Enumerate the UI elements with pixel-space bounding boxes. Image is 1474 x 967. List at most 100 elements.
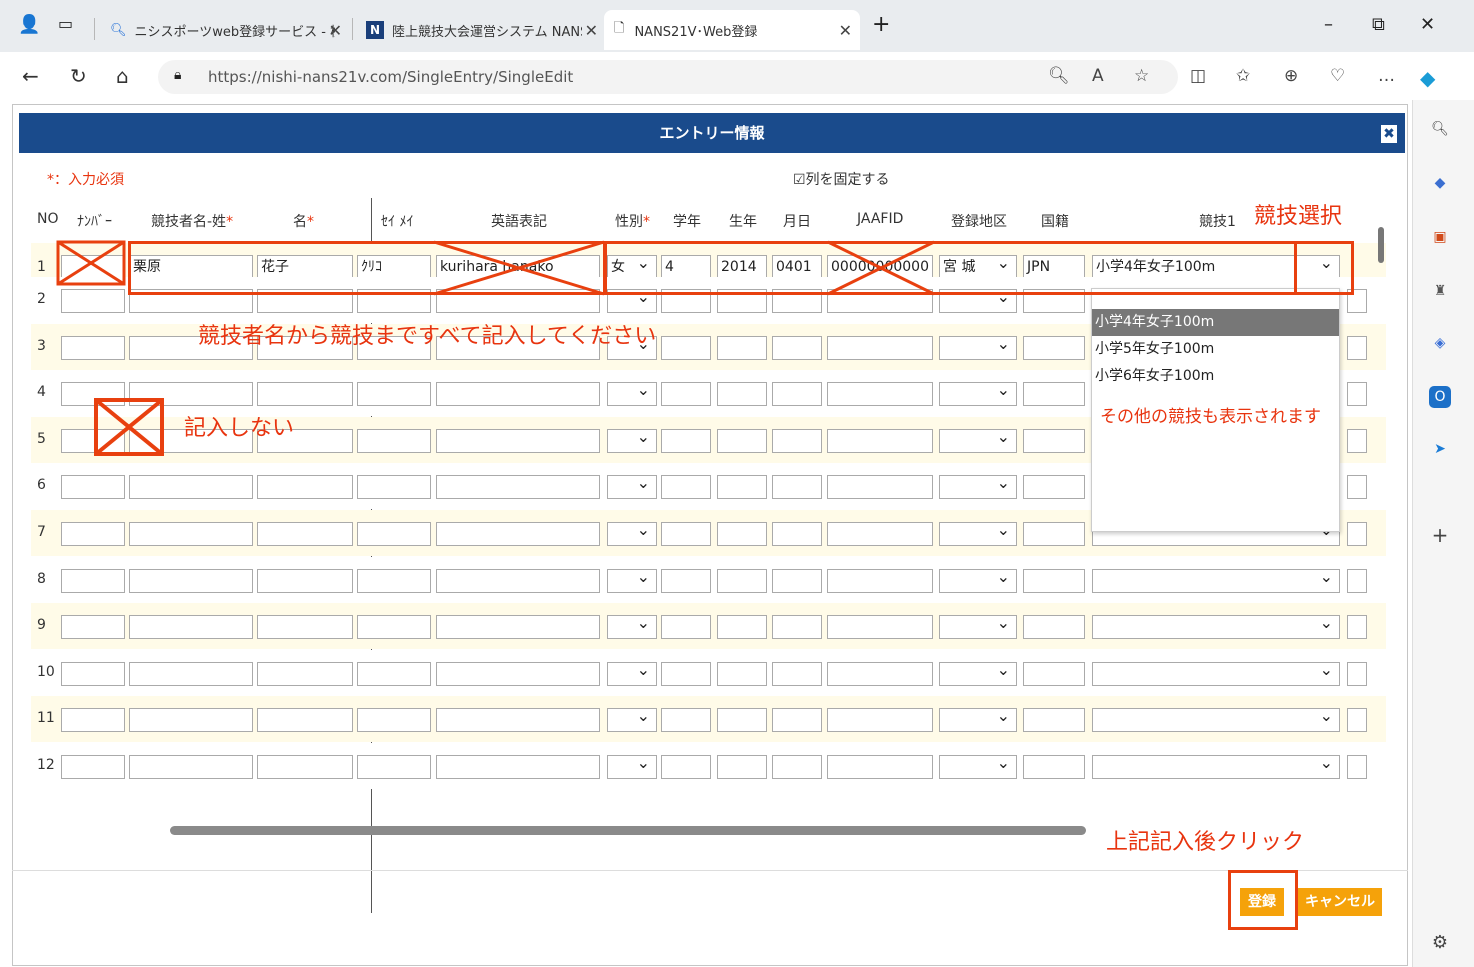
briefcase-icon[interactable]: ▣: [1429, 226, 1451, 248]
region-select[interactable]: [939, 335, 1017, 360]
grade-field[interactable]: [661, 522, 711, 546]
english-field[interactable]: [436, 661, 600, 686]
kana-field[interactable]: [357, 522, 431, 546]
monthday-field[interactable]: [772, 382, 822, 407]
sei-field[interactable]: [129, 475, 253, 500]
monthday-field[interactable]: [772, 708, 822, 733]
extra-field[interactable]: [1347, 335, 1367, 360]
tab-nans21v[interactable]: 🗋 NANS21V･Web登録 ✕: [604, 10, 860, 50]
more-icon[interactable]: …: [1378, 66, 1395, 86]
english-field[interactable]: [436, 382, 600, 407]
year-field[interactable]: [717, 522, 767, 546]
nation-field[interactable]: [1023, 335, 1085, 360]
grade-field[interactable]: [661, 335, 711, 360]
region-select[interactable]: [939, 615, 1017, 640]
year-field[interactable]: [717, 382, 767, 407]
copilot-icon[interactable]: ◆: [1420, 66, 1435, 90]
english-field[interactable]: [436, 522, 600, 546]
year-field[interactable]: [717, 615, 767, 640]
dropdown-option[interactable]: 小学6年女子100m: [1092, 363, 1339, 390]
sei-field[interactable]: [129, 661, 253, 686]
kana-field[interactable]: [357, 428, 431, 453]
close-tab-icon[interactable]: ✕: [585, 21, 598, 40]
year-field[interactable]: [717, 755, 767, 779]
gender-select[interactable]: [607, 475, 657, 500]
region-select[interactable]: [939, 475, 1017, 500]
favorites-icon[interactable]: ✩: [1236, 66, 1250, 86]
minimize-button[interactable]: –: [1324, 14, 1333, 35]
kana-field[interactable]: [357, 475, 431, 500]
mei-field[interactable]: [257, 661, 353, 686]
nation-field[interactable]: [1023, 615, 1085, 640]
dropdown-option[interactable]: 小学4年女子100m: [1092, 309, 1339, 336]
home-icon[interactable]: ⌂: [116, 64, 129, 88]
number-field[interactable]: [61, 289, 125, 313]
jaafid-field[interactable]: [827, 661, 933, 686]
region-select[interactable]: [939, 755, 1017, 779]
number-field[interactable]: [61, 335, 125, 360]
jaafid-field[interactable]: [827, 755, 933, 779]
kana-field[interactable]: [357, 708, 431, 733]
english-field[interactable]: [436, 755, 600, 779]
vertical-scrollbar[interactable]: [1378, 227, 1384, 263]
grade-field[interactable]: [661, 708, 711, 733]
english-field[interactable]: [436, 475, 600, 500]
refresh-icon[interactable]: ↻: [70, 64, 87, 88]
grade-field[interactable]: [661, 475, 711, 500]
mei-field[interactable]: [257, 475, 353, 500]
jaafid-field[interactable]: [827, 568, 933, 593]
grade-field[interactable]: [661, 615, 711, 640]
kana-field[interactable]: [357, 661, 431, 686]
english-field[interactable]: [436, 568, 600, 593]
year-field[interactable]: [717, 335, 767, 360]
monthday-field[interactable]: [772, 335, 822, 360]
tab-search[interactable]: 🔍︎ ニシスポーツweb登録サービス - 検索 ✕: [100, 10, 350, 50]
url-field[interactable]: 🔒︎ https://nishi-nans21v.com/SingleEntry…: [158, 60, 1178, 94]
monthday-field[interactable]: [772, 475, 822, 500]
gender-select[interactable]: [607, 522, 657, 546]
event1-select[interactable]: [1092, 755, 1340, 779]
add-icon[interactable]: +: [1429, 524, 1451, 546]
jaafid-field[interactable]: [827, 428, 933, 453]
close-window-button[interactable]: ✕: [1420, 14, 1435, 35]
extra-field[interactable]: [1347, 382, 1367, 407]
collections-icon[interactable]: ⊕: [1284, 66, 1298, 86]
jaafid-field[interactable]: [827, 615, 933, 640]
mei-field[interactable]: [257, 615, 353, 640]
year-field[interactable]: [717, 708, 767, 733]
sei-field[interactable]: [129, 708, 253, 733]
year-field[interactable]: [717, 428, 767, 453]
monthday-field[interactable]: [772, 428, 822, 453]
close-icon[interactable]: ✖: [1381, 125, 1397, 143]
gender-select[interactable]: [607, 615, 657, 640]
chess-icon[interactable]: ♜: [1429, 280, 1451, 302]
jaafid-field[interactable]: [827, 708, 933, 733]
gender-select[interactable]: [607, 708, 657, 733]
horizontal-scrollbar[interactable]: [170, 826, 1086, 835]
extra-field[interactable]: [1347, 755, 1367, 779]
sei-field[interactable]: [129, 568, 253, 593]
tab-actions-icon[interactable]: ▭: [58, 14, 73, 33]
english-field[interactable]: [436, 708, 600, 733]
nation-field[interactable]: [1023, 755, 1085, 779]
number-field[interactable]: [61, 615, 125, 640]
number-field[interactable]: [61, 708, 125, 733]
english-field[interactable]: [436, 428, 600, 453]
office-icon[interactable]: ◈: [1429, 332, 1451, 354]
region-select[interactable]: [939, 661, 1017, 686]
monthday-field[interactable]: [772, 522, 822, 546]
monthday-field[interactable]: [772, 661, 822, 686]
gender-select[interactable]: [607, 661, 657, 686]
send-icon[interactable]: ➤: [1429, 438, 1451, 460]
sei-field[interactable]: [129, 615, 253, 640]
number-field[interactable]: [61, 661, 125, 686]
gender-select[interactable]: [607, 428, 657, 453]
mei-field[interactable]: [257, 708, 353, 733]
mei-field[interactable]: [257, 382, 353, 407]
outlook-icon[interactable]: O: [1429, 386, 1451, 408]
grade-field[interactable]: [661, 428, 711, 453]
mei-field[interactable]: [257, 568, 353, 593]
extra-field[interactable]: [1347, 615, 1367, 640]
kana-field[interactable]: [357, 755, 431, 779]
monthday-field[interactable]: [772, 568, 822, 593]
